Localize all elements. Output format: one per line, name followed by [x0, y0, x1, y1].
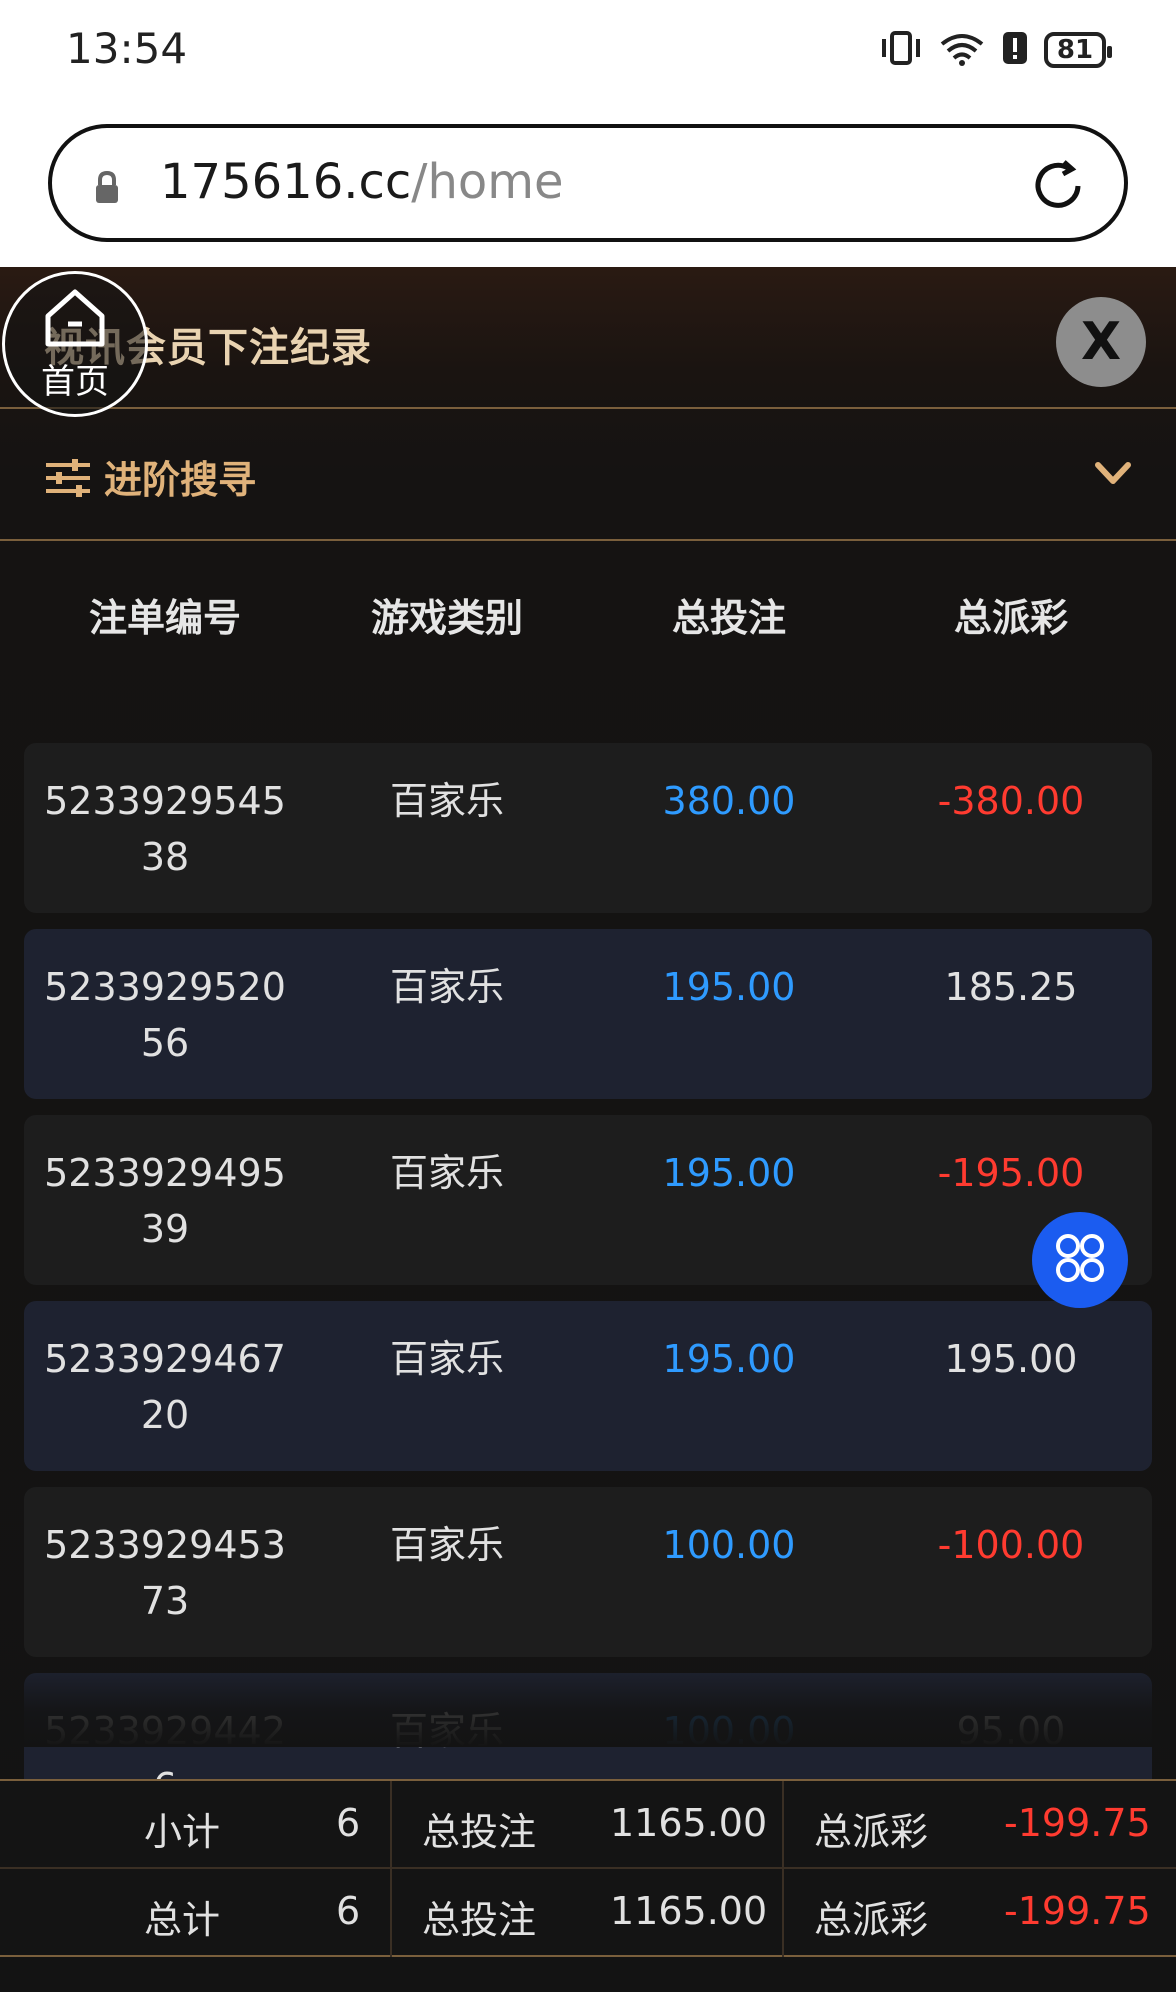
- total-row: 总计 6 总投注 1165.00 总派彩 -199.75: [0, 1869, 1176, 1957]
- table-row[interactable]: 523392946720 百家乐 195.00 195.00: [24, 1301, 1152, 1471]
- status-bar: 13:54 81: [0, 0, 1176, 110]
- page-header: 视讯会员下注纪录 首页 X: [0, 267, 1176, 417]
- status-time: 13:54: [66, 24, 188, 73]
- total-bet-value: 1165.00: [610, 1889, 768, 1933]
- home-label: 首页: [41, 361, 109, 402]
- column-divider: [782, 1781, 784, 1867]
- game-type-cell: 百家乐: [389, 965, 504, 1009]
- table-row[interactable]: 523392949539 百家乐 195.00 -195.00: [24, 1115, 1152, 1285]
- order-id-cell: 523392954538: [44, 779, 286, 879]
- column-divider: [782, 1869, 784, 1957]
- filter-sliders-icon: [44, 457, 92, 503]
- bet-amount-cell: 195.00: [662, 1337, 796, 1381]
- advanced-search-toggle[interactable]: 进阶搜寻: [0, 409, 1176, 541]
- order-id-cell: 523392952056: [44, 965, 286, 1065]
- lock-icon: [92, 170, 122, 210]
- column-header-total-bet: 总投注: [671, 596, 786, 640]
- subtotal-row: 小计 6 总投注 1165.00 总派彩 -199.75: [0, 1781, 1176, 1869]
- alert-icon: [1000, 30, 1030, 70]
- url-path: /home: [411, 154, 564, 210]
- table-row[interactable]: 523392954538 百家乐 380.00 -380.00: [24, 743, 1152, 913]
- advanced-search-label: 进阶搜寻: [104, 458, 257, 502]
- subtotal-bet-value: 1165.00: [610, 1801, 768, 1845]
- total-payout-label: 总派彩: [814, 1898, 929, 1942]
- payout-cell: 195.00: [944, 1337, 1078, 1381]
- chevron-down-icon[interactable]: [1094, 461, 1132, 491]
- bet-amount-cell: 380.00: [662, 779, 796, 823]
- total-count: 6: [336, 1889, 361, 1933]
- grid-menu-icon: [1053, 1231, 1107, 1289]
- reload-icon[interactable]: [1028, 156, 1088, 220]
- bet-amount-cell: 195.00: [662, 965, 796, 1009]
- bet-amount-cell: 195.00: [662, 1151, 796, 1195]
- subtotal-count: 6: [336, 1801, 361, 1845]
- table-row[interactable]: 523392952056 百家乐 195.00 185.25: [24, 929, 1152, 1099]
- table-row[interactable]: 523392945373 百家乐 100.00 -100.00: [24, 1487, 1152, 1657]
- order-id-cell: 523392949539: [44, 1151, 286, 1251]
- total-label: 总计: [144, 1898, 221, 1942]
- status-icons: 81: [878, 28, 1112, 72]
- order-id-cell: 523392945373: [44, 1523, 286, 1623]
- floating-menu-button[interactable]: [1032, 1212, 1128, 1308]
- payout-cell: -100.00: [937, 1523, 1085, 1567]
- subtotal-label: 小计: [144, 1810, 221, 1854]
- address-bar[interactable]: 175616.cc/home: [48, 124, 1128, 242]
- total-bet-label: 总投注: [422, 1898, 537, 1942]
- order-id-cell: 523392946720: [44, 1337, 286, 1437]
- home-icon: [40, 286, 110, 352]
- table-header: 注单编号 游戏类别 总投注 总派彩: [0, 587, 1176, 667]
- bet-amount-cell: 100.00: [662, 1523, 796, 1567]
- game-type-cell: 百家乐: [389, 1523, 504, 1567]
- close-button[interactable]: X: [1056, 297, 1146, 387]
- battery-icon: 81: [1044, 32, 1112, 68]
- vibrate-icon: [878, 30, 924, 70]
- game-type-cell: 百家乐: [389, 1337, 504, 1381]
- payout-cell: -380.00: [937, 779, 1085, 823]
- total-payout-value: -199.75: [1004, 1889, 1151, 1933]
- home-button[interactable]: 首页: [2, 271, 148, 417]
- browser-toolbar: 175616.cc/home: [0, 110, 1176, 267]
- url-host: 175616.cc: [160, 154, 412, 210]
- url-text[interactable]: 175616.cc/home: [160, 154, 564, 210]
- subtotal-bet-label: 总投注: [422, 1810, 537, 1854]
- subtotal-payout-label: 总派彩: [814, 1810, 929, 1854]
- game-type-cell: 百家乐: [389, 1151, 504, 1195]
- summary-table: 小计 6 总投注 1165.00 总派彩 -199.75 总计 6 总投注 11…: [0, 1779, 1176, 1957]
- page-content: 视讯会员下注纪录 首页 X 进阶搜寻 注单编号 游戏类别 总投注 总派彩 523…: [0, 267, 1176, 1992]
- column-divider: [390, 1781, 392, 1867]
- wifi-icon: [938, 30, 986, 70]
- column-header-total-payout: 总派彩: [953, 596, 1068, 640]
- payout-cell: 185.25: [944, 965, 1078, 1009]
- column-header-game-type: 游戏类别: [370, 596, 523, 640]
- list-fade-overlay: [0, 1667, 1176, 1747]
- payout-cell: -195.00: [937, 1151, 1085, 1195]
- game-type-cell: 百家乐: [389, 779, 504, 823]
- column-divider: [390, 1869, 392, 1957]
- column-header-order-id: 注单编号: [88, 596, 241, 640]
- subtotal-payout-value: -199.75: [1004, 1801, 1151, 1845]
